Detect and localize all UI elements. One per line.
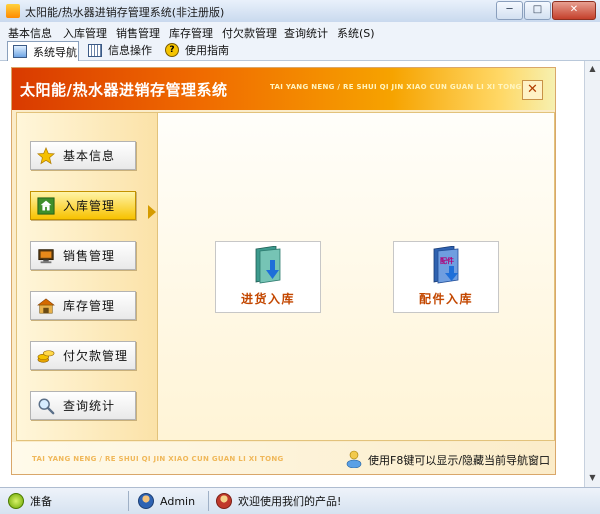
status-welcome-label: 欢迎使用我们的产品! [238, 495, 342, 508]
navigation-panel: 太阳能/热水器进销存管理系统 TAI YANG NENG / RE SHUI Q… [11, 67, 556, 475]
person-icon [216, 493, 232, 509]
toolbar: 系统导航 信息操作 ? 使用指南 [0, 40, 600, 61]
nav-sales[interactable]: 销售管理 [30, 241, 136, 270]
purchase-stock-in-button[interactable]: 进货入库 [215, 241, 321, 313]
folder-download-icon [255, 246, 281, 284]
parts-folder-icon-text: 配件 [440, 256, 454, 265]
menu-bar: 基本信息 入库管理 销售管理 库存管理 付欠款管理 查询统计 系统(S) [0, 22, 600, 40]
status-user-label: Admin [160, 494, 196, 508]
maximize-button[interactable]: □ [524, 1, 551, 20]
tab-system-nav-label: 系统导航 [33, 45, 77, 59]
panel-header: 太阳能/热水器进销存管理系统 TAI YANG NENG / RE SHUI Q… [12, 68, 555, 110]
vertical-scrollbar[interactable]: ▲ ▼ [584, 61, 600, 487]
menu-sales[interactable]: 销售管理 [116, 25, 160, 41]
nav-query-stats-label: 查询统计 [63, 399, 116, 413]
grid-icon [88, 43, 102, 57]
parts-stock-in-button[interactable]: 配件 配件入库 [393, 241, 499, 313]
menu-payments[interactable]: 付欠款管理 [222, 25, 277, 41]
coins-icon [37, 349, 55, 363]
nav-basic-info[interactable]: 基本信息 [30, 141, 136, 170]
nav-sales-label: 销售管理 [63, 249, 116, 263]
status-separator [128, 491, 129, 511]
star-icon [37, 146, 55, 164]
nav-menu: 基本信息 入库管理 销售管理 库存管理 付欠款管理 查询统计 [16, 112, 158, 441]
menu-system[interactable]: 系统(S) [337, 25, 375, 41]
tab-system-nav[interactable]: 系统导航 [7, 41, 79, 61]
scroll-up-icon[interactable]: ▲ [588, 64, 597, 73]
warehouse-icon [37, 297, 55, 313]
status-welcome: 欢迎使用我们的产品! [216, 493, 341, 509]
nav-payments-label: 付欠款管理 [63, 349, 129, 363]
window-icon [13, 45, 27, 58]
window-controls: ─ □ ✕ [495, 1, 596, 20]
action-area: 进货入库 配件 配件入库 [157, 112, 555, 441]
footer-subtitle: TAI YANG NENG / RE SHUI QI JIN XIAO CUN … [32, 455, 284, 463]
panel-subtitle: TAI YANG NENG / RE SHUI QI JIN XIAO CUN … [270, 83, 522, 91]
minimize-button[interactable]: ─ [496, 1, 523, 20]
panel-close-button[interactable]: ✕ [522, 80, 543, 100]
tab-user-guide-label: 使用指南 [185, 44, 229, 57]
status-user: Admin [138, 493, 195, 509]
title-bar[interactable]: 太阳能/热水器进销存管理系统(非注册版) ─ □ ✕ [0, 0, 600, 23]
close-button[interactable]: ✕ [552, 1, 596, 20]
parts-folder-icon: 配件 [433, 246, 459, 284]
menu-stock-in[interactable]: 入库管理 [63, 25, 107, 41]
scroll-down-icon[interactable]: ▼ [588, 473, 597, 482]
menu-query-stats[interactable]: 查询统计 [284, 25, 328, 41]
hint-person-icon [346, 450, 362, 468]
tab-info-ops[interactable]: 信息操作 [83, 41, 155, 59]
parts-stock-in-label: 配件入库 [418, 292, 473, 306]
tab-user-guide[interactable]: ? 使用指南 [160, 41, 234, 59]
ready-icon [8, 493, 24, 509]
nav-query-stats[interactable]: 查询统计 [30, 391, 136, 420]
status-bar: 准备 Admin 欢迎使用我们的产品! [0, 487, 600, 514]
nav-inventory-label: 库存管理 [63, 299, 116, 313]
status-ready-label: 准备 [30, 495, 52, 508]
nav-basic-info-label: 基本信息 [63, 149, 116, 163]
user-icon [138, 493, 154, 509]
monitor-icon [38, 248, 54, 263]
active-pointer-icon [148, 205, 156, 219]
menu-inventory[interactable]: 库存管理 [169, 25, 213, 41]
nav-payments[interactable]: 付欠款管理 [30, 341, 136, 370]
app-logo-icon [6, 4, 20, 18]
help-icon: ? [165, 43, 179, 57]
nav-inventory[interactable]: 库存管理 [30, 291, 136, 320]
menu-basic-info[interactable]: 基本信息 [8, 25, 52, 41]
window-title: 太阳能/热水器进销存管理系统(非注册版) [25, 6, 225, 19]
nav-stock-in-label: 入库管理 [63, 199, 116, 213]
f8-hint-text: 使用F8键可以显示/隐藏当前导航窗口 [368, 454, 551, 467]
status-ready: 准备 [8, 493, 52, 509]
app-window: 太阳能/热水器进销存管理系统(非注册版) ─ □ ✕ 基本信息 入库管理 销售管… [0, 0, 600, 514]
nav-stock-in[interactable]: 入库管理 [30, 191, 136, 220]
tab-info-ops-label: 信息操作 [108, 44, 152, 57]
panel-footer: TAI YANG NENG / RE SHUI QI JIN XIAO CUN … [12, 442, 555, 474]
purchase-stock-in-label: 进货入库 [240, 292, 295, 306]
panel-title: 太阳能/热水器进销存管理系统 [20, 81, 228, 99]
magnifier-icon [38, 398, 55, 414]
status-separator [208, 491, 209, 511]
house-icon [37, 196, 55, 215]
